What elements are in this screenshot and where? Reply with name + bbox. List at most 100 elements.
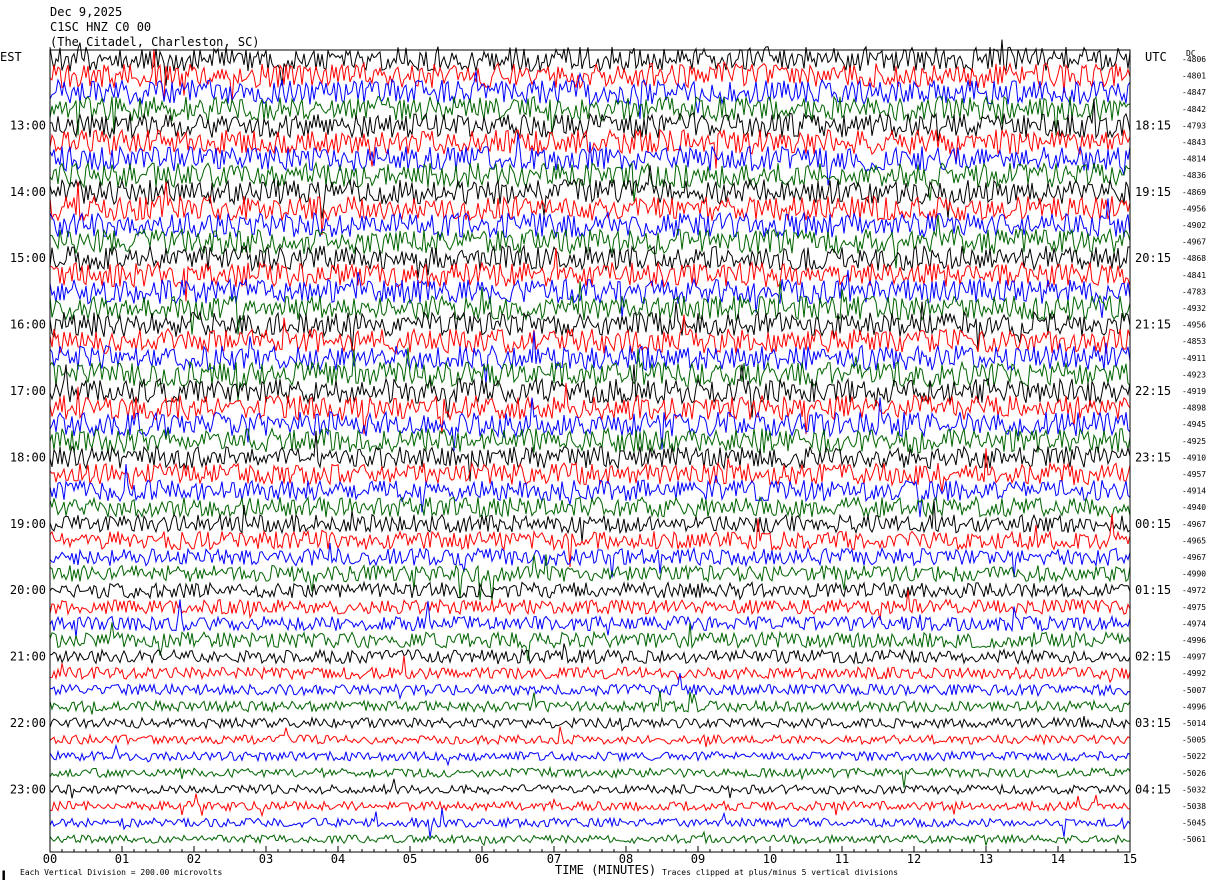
left-hour-label: 15:00 [10,251,46,265]
dc-offset-label: -4925 [1182,437,1206,446]
time-labels: 13:00 18:15 14:00 19:15 15:00 20:15 16:00 21:15… [10,118,1171,796]
dc-offset-label: -4945 [1182,420,1206,429]
x-tick-label: 06 [475,852,489,866]
trace-row [49,269,1131,319]
dc-offset-label: -4898 [1182,404,1206,413]
x-tick-label: 01 [115,852,129,866]
dc-offset-label: -4997 [1182,653,1206,662]
dc-header-label: DC [1186,49,1196,58]
x-tick-label: 14 [1051,852,1065,866]
left-hour-label: 13:00 [10,118,46,132]
right-hour-label: 03:15 [1135,716,1171,730]
dc-offset-label: -4957 [1182,470,1206,479]
dc-offset-label: -4841 [1182,271,1206,280]
dc-offset-label: -4990 [1182,570,1206,579]
dc-offset-label: -4992 [1182,669,1206,678]
right-hour-label: 23:15 [1135,450,1171,464]
dc-offset-label: -4853 [1182,337,1206,346]
dc-offset-label: -5005 [1182,736,1206,745]
left-hour-label: 23:00 [10,782,46,796]
x-tick-label: 11 [835,852,849,866]
dc-offset-label: -4910 [1182,453,1206,462]
dc-offset-label: -5026 [1182,769,1206,778]
dc-offset-label: -4965 [1182,536,1206,545]
trace-row [49,214,1131,269]
x-tick-label: 00 [43,852,57,866]
left-hour-label: 19:00 [10,517,46,531]
dc-offset-label: -4842 [1182,105,1206,114]
dc-offset-label: -4996 [1182,636,1206,645]
dc-offset-label: -4923 [1182,370,1206,379]
trace-row [49,513,1131,568]
dc-offset-label: -4975 [1182,603,1206,612]
dc-offset-label: -4956 [1182,321,1206,330]
left-hour-label: 20:00 [10,583,46,597]
trace-row [49,808,1131,838]
x-axis-title: TIME (MINUTES) [555,863,656,877]
left-hour-label: 21:00 [10,650,46,664]
dc-offset-label: -5038 [1182,802,1206,811]
x-tick-label: 02 [187,852,201,866]
trace-row [49,165,1131,219]
dc-offset-label: -4919 [1182,387,1206,396]
trace-row [49,580,1131,601]
dc-offset-label: -4814 [1182,155,1206,164]
trace-row [49,248,1131,302]
dc-offset-label: -5061 [1182,835,1206,844]
plot-frame [49,49,1131,853]
dc-offset-label: -4940 [1182,503,1206,512]
trace-row [49,793,1131,818]
date-title: Dec 9,2025 [50,5,122,19]
dc-offset-label: -4974 [1182,619,1206,628]
right-hour-label: 04:15 [1135,782,1171,796]
dc-offset-label: -4932 [1182,304,1206,313]
trace-row [49,301,1131,352]
dc-offset-label: -4902 [1182,221,1206,230]
right-hour-label: 01:15 [1135,583,1171,597]
left-timezone-label: EST [0,50,22,64]
x-tick-label: 04 [331,852,345,866]
dc-offset-label: -4847 [1182,88,1206,97]
station-code: C1SC HNZ C0 00 [50,20,151,34]
dc-offset-label: -5022 [1182,752,1206,761]
footer-mark: ▐ [0,870,5,880]
right-hour-label: 19:15 [1135,185,1171,199]
trace-row [49,347,1131,402]
x-tick-label: 12 [907,852,921,866]
dc-offset-label: -4967 [1182,553,1206,562]
trace-row [49,778,1131,799]
x-tick-label: 09 [691,852,705,866]
dc-offset-label: -5045 [1182,819,1206,828]
right-hour-label: 00:15 [1135,517,1171,531]
dc-offset-label: -4972 [1182,586,1206,595]
scale-note: Each Vertical Division = 200.00 microvol… [20,868,222,877]
right-hour-label: 02:15 [1135,650,1171,664]
trace-row [49,430,1131,482]
helicorder-chart: 13:00 18:15 14:00 19:15 15:00 20:15 16:00 21:15… [0,5,1206,880]
trace-row [49,495,1131,519]
trace-row [49,690,1131,715]
seismic-traces [49,39,1131,847]
dc-offset-label: -4836 [1182,171,1206,180]
x-tick-label: 05 [403,852,417,866]
dc-offset-label: -4868 [1182,254,1206,263]
trace-row [49,726,1131,748]
dc-offset-label: -5007 [1182,686,1206,695]
dc-offset-label: -4843 [1182,138,1206,147]
dc-offset-label: -5032 [1182,785,1206,794]
trace-row [49,830,1131,847]
dc-offset-label: -5014 [1182,719,1206,728]
left-hour-label: 16:00 [10,318,46,332]
right-hour-label: 22:15 [1135,384,1171,398]
left-hour-label: 22:00 [10,716,46,730]
dc-offset-label: -4967 [1182,520,1206,529]
trace-row [49,716,1131,732]
dc-offset-labels: -4806-4801-4847-4842-4793-4843-4814-4836… [1182,55,1206,844]
x-tick-label: 15 [1123,852,1137,866]
trace-row [49,599,1131,638]
dc-offset-label: -4783 [1182,287,1206,296]
left-hour-label: 18:00 [10,450,46,464]
station-location: (The Citadel, Charleston, SC) [50,35,260,49]
dc-offset-label: -4914 [1182,487,1206,496]
left-hour-label: 14:00 [10,185,46,199]
